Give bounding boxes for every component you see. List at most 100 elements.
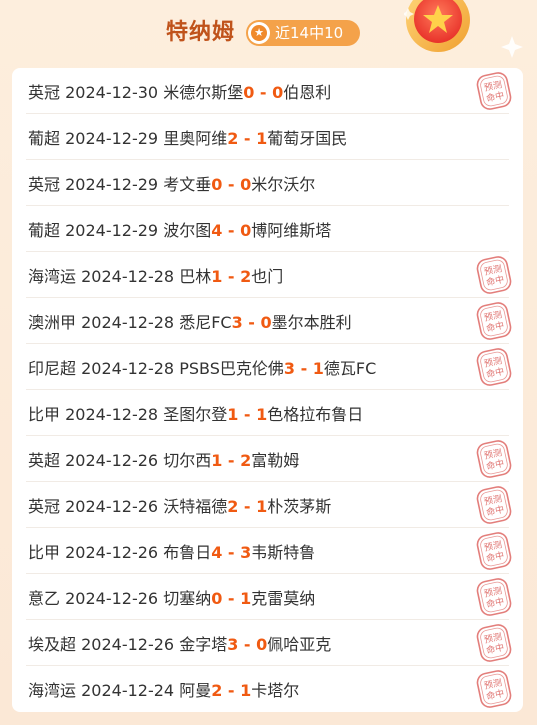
home-score: 2 [227, 129, 239, 148]
home-score: 0 [211, 175, 223, 194]
star-medal-icon [404, 0, 523, 58]
home-score: 2 [227, 497, 239, 516]
away-score: 2 [240, 267, 252, 286]
match-league: 印尼超 [28, 359, 77, 378]
away-score: 1 [256, 497, 268, 516]
prediction-hit-stamp: 预测命中 [476, 532, 512, 570]
home-team: 切塞纳 [163, 589, 212, 608]
away-team: 德瓦FC [323, 359, 377, 378]
score-separator: - [295, 359, 313, 378]
match-row[interactable]: 英冠 2024-12-26 沃特福德2 - 1朴茨茅斯 预测 命中 [12, 482, 523, 528]
score-separator: - [222, 681, 241, 700]
match-league: 葡超 [28, 221, 61, 240]
match-league: 葡超 [28, 129, 61, 148]
home-team: 布鲁日 [163, 543, 212, 562]
match-row[interactable]: 英超 2024-12-26 切尔西1 - 2富勒姆 预测 命中 [12, 436, 523, 482]
match-date: 2024-12-28 [65, 405, 159, 424]
score-separator: - [238, 405, 257, 424]
match-row[interactable]: 埃及超 2024-12-26 金字塔3 - 0佩哈亚克 预测 命中 [12, 620, 523, 666]
home-team: 切尔西 [163, 451, 212, 470]
record-label: 近14中10 [275, 24, 344, 42]
home-score: 0 [243, 83, 255, 102]
match-text: 海湾运 2024-12-24 阿曼2 - 1卡塔尔 [28, 677, 299, 701]
score-separator: - [222, 267, 241, 286]
away-score: 0 [240, 175, 252, 194]
score-separator: - [222, 589, 241, 608]
home-team: 沃特福德 [163, 497, 228, 516]
away-team: 墨尔本胜利 [271, 313, 352, 332]
away-score: 1 [256, 405, 268, 424]
home-team: 里奥阿维 [163, 129, 228, 148]
match-league: 英冠 [28, 497, 61, 516]
score-separator: - [222, 221, 241, 240]
home-score: 3 [227, 635, 239, 654]
away-score: 1 [240, 681, 252, 700]
away-team: 伯恩利 [283, 83, 332, 102]
away-score: 0 [272, 83, 284, 102]
match-date: 2024-12-29 [65, 175, 159, 194]
match-row[interactable]: 葡超 2024-12-29 里奥阿维2 - 1葡萄牙国民 [12, 114, 523, 160]
match-text: 英超 2024-12-26 切尔西1 - 2富勒姆 [28, 447, 299, 471]
away-score: 1 [256, 129, 268, 148]
score-separator: - [238, 497, 257, 516]
away-team: 佩哈亚克 [267, 635, 332, 654]
match-text: 葡超 2024-12-29 波尔图4 - 0博阿维斯塔 [28, 217, 331, 241]
prediction-hit-stamp: 预测命中 [476, 670, 512, 708]
away-team: 也门 [251, 267, 284, 286]
match-row[interactable]: 英冠 2024-12-29 考文垂0 - 0米尔沃尔 [12, 160, 523, 206]
away-score: 2 [240, 451, 252, 470]
prediction-hit-stamp: 预测命中 [476, 72, 512, 110]
match-text: 意乙 2024-12-26 切塞纳0 - 1克雷莫纳 [28, 585, 315, 609]
match-list: 英冠 2024-12-30 米德尔斯堡0 - 0伯恩利 预测 命中 葡超 2024-1… [12, 68, 523, 712]
away-score: 0 [260, 313, 272, 332]
match-text: 比甲 2024-12-28 圣图尔登1 - 1色格拉布鲁日 [28, 401, 363, 425]
match-row[interactable]: 意乙 2024-12-26 切塞纳0 - 1克雷莫纳 预测 命中 [12, 574, 523, 620]
match-text: 英冠 2024-12-29 考文垂0 - 0米尔沃尔 [28, 171, 315, 195]
prediction-hit-stamp: 预测命中 [476, 486, 512, 524]
match-row[interactable]: 比甲 2024-12-28 圣图尔登1 - 1色格拉布鲁日 [12, 390, 523, 436]
match-row[interactable]: 比甲 2024-12-26 布鲁日4 - 3韦斯特鲁 预测 命中 [12, 528, 523, 574]
home-score: 1 [227, 405, 239, 424]
prediction-hit-stamp: 预测命中 [476, 348, 512, 386]
prediction-hit-stamp: 预测命中 [476, 256, 512, 294]
star-icon: ★ [248, 22, 270, 44]
score-separator: - [238, 129, 257, 148]
match-date: 2024-12-24 [81, 681, 175, 700]
match-row[interactable]: 印尼超 2024-12-28 PSBS巴克伦佛3 - 1德瓦FC 预测 命中 [12, 344, 523, 390]
home-score: 3 [231, 313, 243, 332]
away-score: 3 [240, 543, 252, 562]
match-league: 海湾运 [28, 681, 77, 700]
away-team: 克雷莫纳 [251, 589, 316, 608]
away-team: 朴茨茅斯 [267, 497, 332, 516]
away-score: 0 [240, 221, 252, 240]
match-date: 2024-12-30 [65, 83, 159, 102]
match-row[interactable]: 海湾运 2024-12-24 阿曼2 - 1卡塔尔 预测 命中 [12, 666, 523, 712]
match-league: 埃及超 [28, 635, 77, 654]
away-team: 富勒姆 [251, 451, 300, 470]
match-league: 比甲 [28, 405, 61, 424]
away-score: 1 [240, 589, 252, 608]
match-row[interactable]: 澳洲甲 2024-12-28 悉尼FC3 - 0墨尔本胜利 预测 命中 [12, 298, 523, 344]
prediction-hit-stamp: 预测命中 [476, 578, 512, 616]
home-team: 波尔图 [163, 221, 212, 240]
score-separator: - [222, 543, 241, 562]
match-row[interactable]: 葡超 2024-12-29 波尔图4 - 0博阿维斯塔 [12, 206, 523, 252]
match-date: 2024-12-26 [81, 635, 175, 654]
away-team: 米尔沃尔 [251, 175, 316, 194]
match-date: 2024-12-28 [81, 313, 175, 332]
away-score: 0 [256, 635, 268, 654]
home-score: 3 [283, 359, 295, 378]
match-league: 海湾运 [28, 267, 77, 286]
home-score: 0 [211, 589, 223, 608]
match-text: 葡超 2024-12-29 里奥阿维2 - 1葡萄牙国民 [28, 125, 347, 149]
match-row[interactable]: 海湾运 2024-12-28 巴林1 - 2也门 预测 命中 [12, 252, 523, 298]
away-score: 1 [312, 359, 324, 378]
match-row[interactable]: 英冠 2024-12-30 米德尔斯堡0 - 0伯恩利 预测 命中 [12, 68, 523, 114]
match-league: 澳洲甲 [28, 313, 77, 332]
match-league: 意乙 [28, 589, 61, 608]
match-date: 2024-12-26 [65, 451, 159, 470]
record-badge: ★ 近14中10 [246, 20, 360, 46]
prediction-hit-stamp: 预测命中 [476, 624, 512, 662]
home-score: 4 [211, 543, 223, 562]
match-text: 比甲 2024-12-26 布鲁日4 - 3韦斯特鲁 [28, 539, 315, 563]
